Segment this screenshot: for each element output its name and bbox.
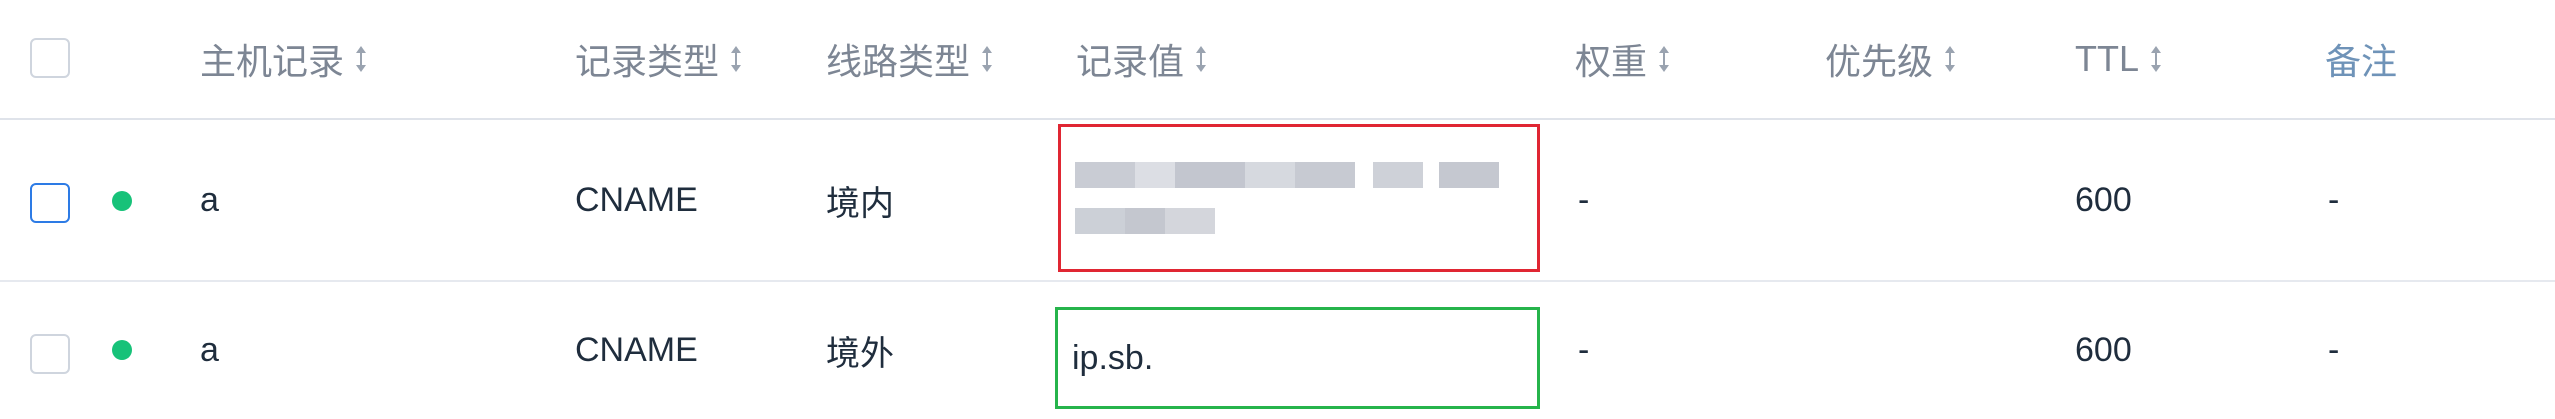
cell-host: a	[200, 180, 219, 219]
sort-icon[interactable]	[1657, 44, 1671, 74]
sort-icon[interactable]	[729, 44, 743, 74]
status-dot-icon	[112, 191, 132, 211]
cell-value: ip.sb.	[1072, 338, 1154, 377]
sort-icon[interactable]	[980, 44, 994, 74]
cell-line: 境外	[826, 334, 894, 373]
cell-ttl: 600	[2075, 330, 2132, 369]
cell-weight: -	[1578, 330, 1590, 369]
cell-type: CNAME	[575, 180, 698, 219]
cell-line: 境内	[826, 184, 894, 223]
col-line[interactable]: 线路类型	[826, 0, 994, 118]
col-value-label: 记录值	[1076, 41, 1185, 82]
status-dot-icon	[112, 340, 132, 360]
col-type[interactable]: 记录类型	[575, 0, 743, 118]
select-all-checkbox[interactable]	[30, 38, 70, 78]
record-value-highlight	[1058, 124, 1540, 272]
col-host[interactable]: 主机记录	[200, 0, 368, 118]
col-note-label: 备注	[2325, 41, 2398, 82]
cell-weight: -	[1578, 180, 1590, 219]
cell-ttl: 600	[2075, 180, 2132, 219]
row-checkbox[interactable]	[30, 334, 70, 374]
col-ttl-label: TTL	[2075, 38, 2140, 79]
col-value[interactable]: 记录值	[1076, 0, 1208, 118]
sort-icon[interactable]	[354, 44, 368, 74]
cell-note: -	[2328, 330, 2340, 369]
table-header: 主机记录 记录类型 线路类型 记录值 权重 优先级 TTL 备注	[0, 0, 2555, 120]
cell-note: -	[2328, 180, 2340, 219]
sort-icon[interactable]	[1943, 44, 1957, 74]
redacted-value	[1075, 206, 1523, 236]
col-weight[interactable]: 权重	[1575, 0, 1671, 118]
col-line-label: 线路类型	[826, 41, 971, 82]
table-row[interactable]: a CNAME 境内 - 600 -	[0, 120, 2555, 282]
col-priority-label: 优先级	[1825, 41, 1934, 82]
col-priority[interactable]: 优先级	[1825, 0, 1957, 118]
table-row[interactable]: a CNAME 境外 ip.sb. - 600 -	[0, 282, 2555, 419]
row-checkbox[interactable]	[30, 183, 70, 223]
sort-icon[interactable]	[1194, 44, 1208, 74]
col-host-label: 主机记录	[200, 41, 345, 82]
col-weight-label: 权重	[1575, 41, 1648, 82]
record-value-highlight: ip.sb.	[1055, 307, 1540, 409]
cell-host: a	[200, 330, 219, 369]
col-note: 备注	[2325, 0, 2397, 118]
sort-icon[interactable]	[2149, 44, 2163, 74]
col-ttl[interactable]: TTL	[2075, 0, 2163, 118]
col-type-label: 记录类型	[575, 41, 720, 82]
redacted-value	[1075, 160, 1523, 190]
cell-type: CNAME	[575, 330, 698, 369]
